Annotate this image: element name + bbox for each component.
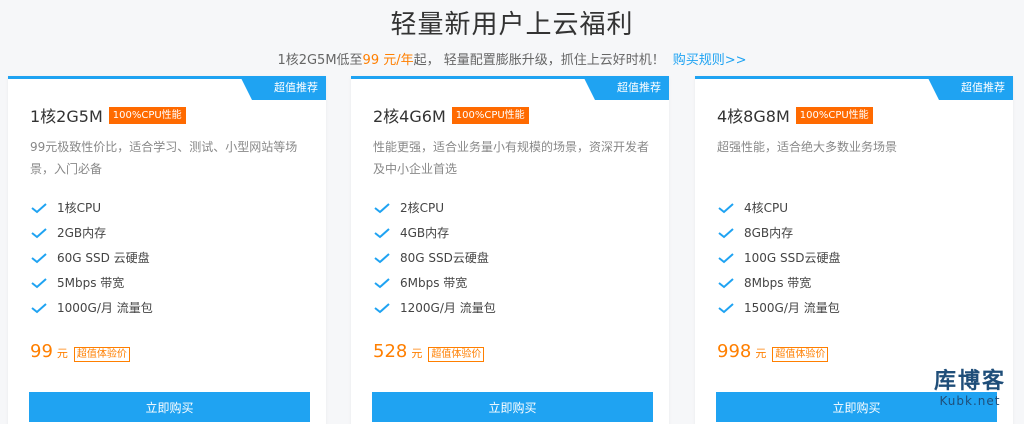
price-value: 99	[30, 341, 53, 362]
buy-now-button[interactable]: 立即购买	[29, 392, 310, 422]
price-value: 528	[373, 341, 408, 362]
check-icon	[718, 252, 734, 263]
feature-label: 1000G/月 流量包	[57, 301, 153, 315]
feature-label: 6Mbps 带宽	[400, 276, 468, 290]
price-row: 99 元 超值体验价	[30, 341, 130, 362]
plan-description: 超强性能，适合绝大多数业务场景	[717, 140, 898, 154]
check-icon	[31, 302, 47, 313]
feature-item: 5Mbps 带宽	[30, 270, 153, 295]
promo-prefix: 1核2G5M低至	[277, 53, 363, 68]
recommend-badge: 超值推荐	[927, 76, 1013, 100]
check-icon	[31, 252, 47, 263]
plan-card-1: 超值推荐 1核2G5M 100%CPU性能 99元极致性价比，适合学习、测试、小…	[8, 76, 326, 424]
check-icon	[31, 277, 47, 288]
promo-suffix: 起， 轻量配置膨胀升级，抓住上云好时机！	[413, 53, 665, 68]
feature-item: 1000G/月 流量包	[30, 295, 153, 320]
site-watermark: 库博客 Kubk.net	[933, 369, 1006, 409]
price-tag: 超值体验价	[772, 347, 829, 362]
feature-item: 6Mbps 带宽	[373, 270, 496, 295]
price-row: 528 元 超值体验价	[373, 341, 485, 362]
check-icon	[374, 202, 390, 213]
buy-now-button[interactable]: 立即购买	[372, 392, 653, 422]
feature-label: 100G SSD云硬盘	[744, 251, 841, 265]
promo-subtitle: 1核2G5M低至99 元/年起， 轻量配置膨胀升级，抓住上云好时机！ 购买规则>>	[0, 49, 1024, 68]
check-icon	[718, 202, 734, 213]
plan-description: 99元极致性价比，适合学习、测试、小型网站等场景，入门必备	[30, 140, 298, 176]
feature-label: 60G SSD 云硬盘	[57, 251, 150, 265]
feature-item: 8GB内存	[717, 220, 841, 245]
check-icon	[374, 227, 390, 238]
promo-price: 99 元/年	[362, 53, 414, 68]
feature-item: 1500G/月 流量包	[717, 295, 841, 320]
feature-item: 100G SSD云硬盘	[717, 245, 841, 270]
feature-label: 8GB内存	[744, 226, 794, 240]
cpu-tag: 100%CPU性能	[795, 106, 873, 124]
price-unit: 元	[411, 347, 423, 360]
feature-label: 1200G/月 流量包	[400, 301, 496, 315]
plan-name: 2核4G6M	[373, 107, 446, 126]
check-icon	[718, 302, 734, 313]
plan-description: 性能更强，适合业务量小有规模的场景，资深开发者及中小企业首选	[373, 140, 650, 176]
price-row: 998 元 超值体验价	[717, 341, 829, 362]
feature-label: 2GB内存	[57, 226, 107, 240]
feature-item: 4GB内存	[373, 220, 496, 245]
plan-name: 4核8G8M	[717, 107, 790, 126]
plan-name: 1核2G5M	[30, 107, 103, 126]
check-icon	[31, 227, 47, 238]
page: 轻量新用户上云福利 1核2G5M低至99 元/年起， 轻量配置膨胀升级，抓住上云…	[0, 0, 1024, 424]
purchase-rules-link[interactable]: 购买规则>>	[673, 53, 747, 68]
price-tag: 超值体验价	[73, 347, 130, 362]
price-unit: 元	[755, 347, 767, 360]
watermark-en: Kubk.net	[939, 394, 1001, 408]
price-value: 998	[717, 341, 752, 362]
cpu-tag: 100%CPU性能	[451, 106, 529, 124]
check-icon	[374, 277, 390, 288]
feature-item: 8Mbps 带宽	[717, 270, 841, 295]
watermark-cn: 库博客	[933, 369, 1006, 394]
plan-header: 2核4G6M 100%CPU性能	[373, 103, 529, 127]
feature-list: 1核CPU 2GB内存 60G SSD 云硬盘 5Mbps 带宽 1000G/月…	[30, 195, 153, 320]
feature-label: 4GB内存	[400, 226, 450, 240]
recommend-badge: 超值推荐	[583, 76, 669, 100]
feature-label: 80G SSD云硬盘	[400, 251, 489, 265]
feature-label: 2核CPU	[400, 201, 445, 215]
page-title: 轻量新用户上云福利	[390, 10, 634, 40]
check-icon	[374, 252, 390, 263]
feature-label: 1500G/月 流量包	[744, 301, 840, 315]
recommend-badge: 超值推荐	[240, 76, 326, 100]
feature-item: 1核CPU	[30, 195, 153, 220]
feature-label: 8Mbps 带宽	[744, 276, 812, 290]
price-tag: 超值体验价	[428, 347, 485, 362]
check-icon	[718, 277, 734, 288]
feature-item: 4核CPU	[717, 195, 841, 220]
price-unit: 元	[56, 347, 68, 360]
plan-header: 1核2G5M 100%CPU性能	[30, 103, 186, 127]
feature-label: 1核CPU	[57, 201, 102, 215]
feature-label: 5Mbps 带宽	[57, 276, 125, 290]
feature-list: 4核CPU 8GB内存 100G SSD云硬盘 8Mbps 带宽 1500G/月…	[717, 195, 841, 320]
check-icon	[718, 227, 734, 238]
feature-label: 4核CPU	[744, 201, 789, 215]
feature-list: 2核CPU 4GB内存 80G SSD云硬盘 6Mbps 带宽 1200G/月 …	[373, 195, 496, 320]
plan-card-2: 超值推荐 2核4G6M 100%CPU性能 性能更强，适合业务量小有规模的场景，…	[351, 76, 669, 424]
check-icon	[374, 302, 390, 313]
feature-item: 2GB内存	[30, 220, 153, 245]
plan-header: 4核8G8M 100%CPU性能	[717, 103, 873, 127]
feature-item: 80G SSD云硬盘	[373, 245, 496, 270]
check-icon	[31, 202, 47, 213]
feature-item: 60G SSD 云硬盘	[30, 245, 153, 270]
feature-item: 1200G/月 流量包	[373, 295, 496, 320]
feature-item: 2核CPU	[373, 195, 496, 220]
cpu-tag: 100%CPU性能	[108, 106, 186, 124]
